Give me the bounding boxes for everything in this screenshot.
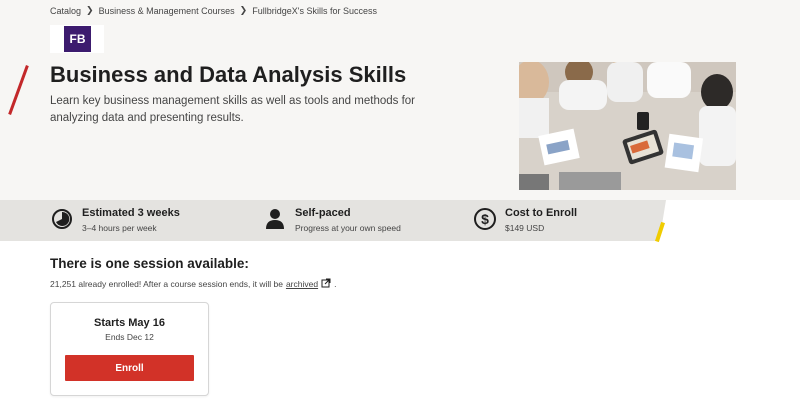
info-pace: Self-paced Progress at your own speed xyxy=(263,207,401,234)
chevron-right-icon: ❯ xyxy=(86,5,94,15)
breadcrumb-catalog[interactable]: Catalog xyxy=(50,6,81,16)
sessions-note-text: 21,251 already enrolled! After a course … xyxy=(50,279,283,289)
course-hero-image xyxy=(519,62,736,190)
course-title: Business and Data Analysis Skills xyxy=(50,62,407,87)
breadcrumb: Catalog ❯ Business & Management Courses … xyxy=(50,5,377,16)
clock-icon xyxy=(50,207,74,231)
session-card: Starts May 16 Ends Dec 12 Enroll xyxy=(50,302,209,396)
cost-label: Cost to Enroll xyxy=(505,207,578,219)
info-duration: Estimated 3 weeks 3–4 hours per week xyxy=(50,207,180,234)
session-start-date: Starts May 16 xyxy=(94,317,165,329)
info-cost: $ Cost to Enroll $149 USD xyxy=(473,207,577,234)
course-subtitle: Learn key business management skills as … xyxy=(50,95,415,124)
person-icon xyxy=(263,207,287,231)
archived-link[interactable]: archived xyxy=(286,279,318,289)
partner-logo-container[interactable]: FB xyxy=(50,25,104,53)
enroll-button[interactable]: Enroll xyxy=(65,355,194,381)
pace-label: Self-paced xyxy=(295,207,351,219)
sessions-note-suffix: . xyxy=(334,279,337,289)
svg-text:$: $ xyxy=(481,211,489,227)
duration-label: Estimated 3 weeks xyxy=(82,207,180,219)
sessions-note: 21,251 already enrolled! After a course … xyxy=(50,278,336,290)
session-end-date: Ends Dec 12 xyxy=(105,332,154,342)
chevron-right-icon: ❯ xyxy=(239,5,248,15)
dollar-icon: $ xyxy=(473,207,497,231)
duration-detail: 3–4 hours per week xyxy=(82,223,157,233)
breadcrumb-skills-for-success[interactable]: FullbridgeX's Skills for Success xyxy=(252,6,377,16)
pace-detail: Progress at your own speed xyxy=(295,223,401,233)
external-link-icon[interactable] xyxy=(321,278,331,290)
cost-price: $149 USD xyxy=(505,223,545,233)
sessions-heading: There is one session available: xyxy=(50,256,249,271)
partner-logo: FB xyxy=(64,26,91,52)
breadcrumb-business-management[interactable]: Business & Management Courses xyxy=(99,6,235,16)
